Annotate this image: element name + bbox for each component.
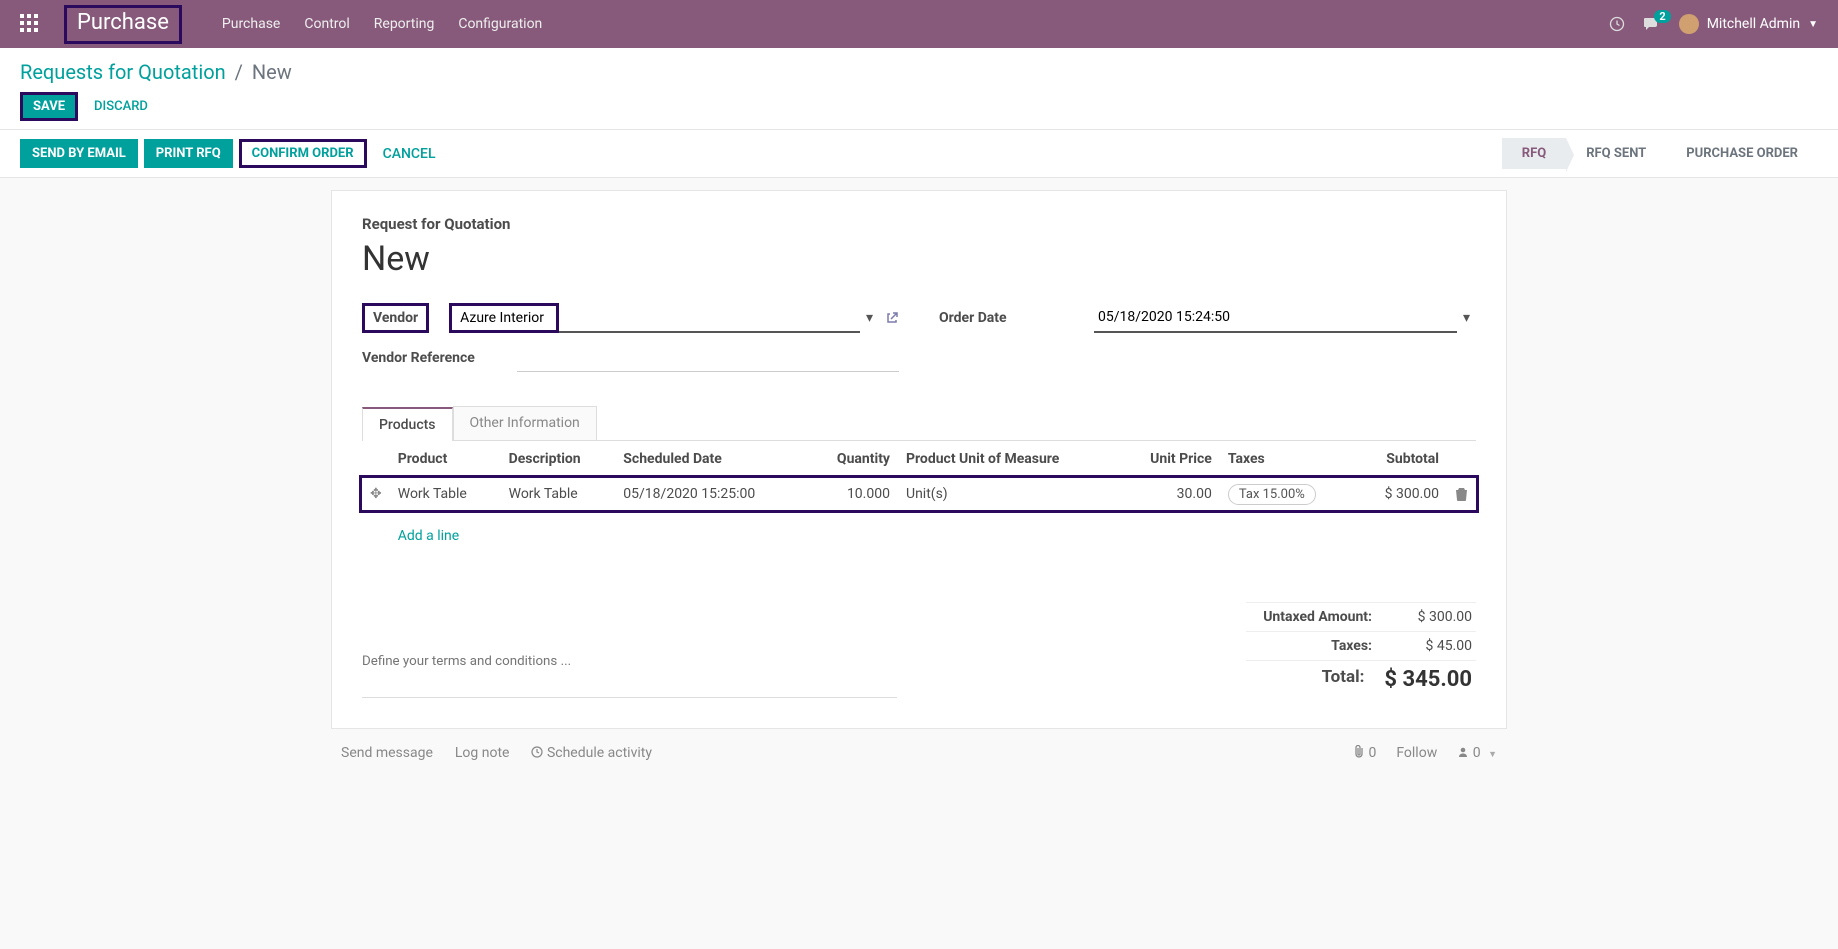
- tab-products[interactable]: Products: [362, 407, 453, 441]
- nav-reporting[interactable]: Reporting: [374, 16, 435, 32]
- caret-down-icon: ▼: [1808, 19, 1818, 30]
- breadcrumb-current: New: [252, 60, 292, 84]
- add-line-link[interactable]: Add a line: [398, 518, 481, 554]
- col-uom: Product Unit of Measure: [898, 441, 1119, 478]
- status-steps: RFQ RFQ SENT PURCHASE ORDER: [1502, 138, 1818, 169]
- vendor-dropdown-icon[interactable]: ▾: [860, 310, 879, 326]
- cell-uom[interactable]: Unit(s): [898, 478, 1119, 511]
- taxes-label: Taxes:: [1250, 638, 1392, 654]
- avatar-icon: [1679, 14, 1699, 34]
- follow-button[interactable]: Follow: [1396, 745, 1437, 761]
- cell-scheduled[interactable]: 05/18/2020 15:25:00: [615, 478, 808, 511]
- col-product: Product: [390, 441, 501, 478]
- apps-icon[interactable]: [20, 14, 40, 34]
- trash-icon[interactable]: [1455, 487, 1468, 501]
- vendor-ref-input[interactable]: [517, 343, 899, 372]
- order-date-dropdown-icon[interactable]: ▾: [1457, 310, 1476, 326]
- attachments-count[interactable]: 0: [1353, 745, 1376, 761]
- vendor-ref-label: Vendor Reference: [362, 350, 517, 366]
- status-rfq[interactable]: RFQ: [1502, 138, 1566, 169]
- status-purchase-order[interactable]: PURCHASE ORDER: [1666, 138, 1818, 169]
- send-email-button[interactable]: SEND BY EMAIL: [20, 139, 138, 168]
- cell-product[interactable]: Work Table: [390, 478, 501, 511]
- cell-tax[interactable]: Tax 15.00%: [1228, 484, 1316, 505]
- col-unit-price: Unit Price: [1119, 441, 1220, 478]
- send-message-link[interactable]: Send message: [341, 745, 433, 761]
- tab-other-information[interactable]: Other Information: [453, 406, 597, 440]
- untaxed-value: $ 300.00: [1392, 609, 1472, 625]
- col-subtotal: Subtotal: [1355, 441, 1447, 478]
- doc-type-label: Request for Quotation: [362, 215, 1476, 233]
- vendor-external-link-icon[interactable]: [885, 311, 899, 325]
- cell-quantity[interactable]: 10.000: [808, 478, 898, 511]
- nav-purchase[interactable]: Purchase: [222, 16, 280, 32]
- table-row[interactable]: ✥ Work Table Work Table 05/18/2020 15:25…: [362, 478, 1476, 511]
- total-label: Total:: [1250, 667, 1384, 692]
- conversations-icon[interactable]: 2: [1643, 16, 1661, 32]
- confirm-order-button[interactable]: CONFIRM ORDER: [239, 139, 367, 168]
- total-value: $ 345.00: [1384, 667, 1472, 692]
- col-quantity: Quantity: [808, 441, 898, 478]
- user-name: Mitchell Admin: [1707, 16, 1800, 32]
- cell-description[interactable]: Work Table: [501, 478, 616, 511]
- vendor-label: Vendor: [362, 303, 429, 333]
- col-description: Description: [501, 441, 616, 478]
- breadcrumb: Requests for Quotation / New: [20, 60, 1818, 84]
- breadcrumb-parent[interactable]: Requests for Quotation: [20, 60, 226, 84]
- col-scheduled-date: Scheduled Date: [615, 441, 808, 478]
- clock-icon[interactable]: [1609, 16, 1625, 32]
- save-button[interactable]: SAVE: [20, 92, 78, 121]
- followers-count[interactable]: 0 ▼: [1457, 745, 1497, 761]
- doc-name: New: [362, 239, 1476, 279]
- col-taxes: Taxes: [1220, 441, 1355, 478]
- schedule-activity-link[interactable]: Schedule activity: [531, 745, 652, 761]
- terms-input[interactable]: [362, 626, 897, 698]
- brand-title: Purchase: [64, 5, 182, 44]
- print-rfq-button[interactable]: PRINT RFQ: [144, 139, 233, 168]
- untaxed-label: Untaxed Amount:: [1250, 609, 1392, 625]
- user-menu[interactable]: Mitchell Admin ▼: [1679, 14, 1818, 34]
- taxes-value: $ 45.00: [1392, 638, 1472, 654]
- nav-configuration[interactable]: Configuration: [458, 16, 542, 32]
- cancel-button[interactable]: CANCEL: [383, 146, 436, 162]
- discard-button[interactable]: DISCARD: [94, 99, 148, 114]
- order-date-label: Order Date: [939, 310, 1094, 326]
- cell-unit-price[interactable]: 30.00: [1119, 478, 1220, 511]
- vendor-input[interactable]: [449, 303, 559, 333]
- status-rfq-sent[interactable]: RFQ SENT: [1566, 138, 1666, 169]
- conversations-badge: 2: [1654, 10, 1670, 23]
- log-note-link[interactable]: Log note: [455, 745, 510, 761]
- caret-down-icon: ▼: [1488, 750, 1497, 760]
- cell-subtotal: $ 300.00: [1355, 478, 1447, 511]
- nav-control[interactable]: Control: [304, 16, 349, 32]
- order-date-input[interactable]: [1094, 303, 1457, 333]
- drag-handle-icon[interactable]: ✥: [370, 486, 382, 502]
